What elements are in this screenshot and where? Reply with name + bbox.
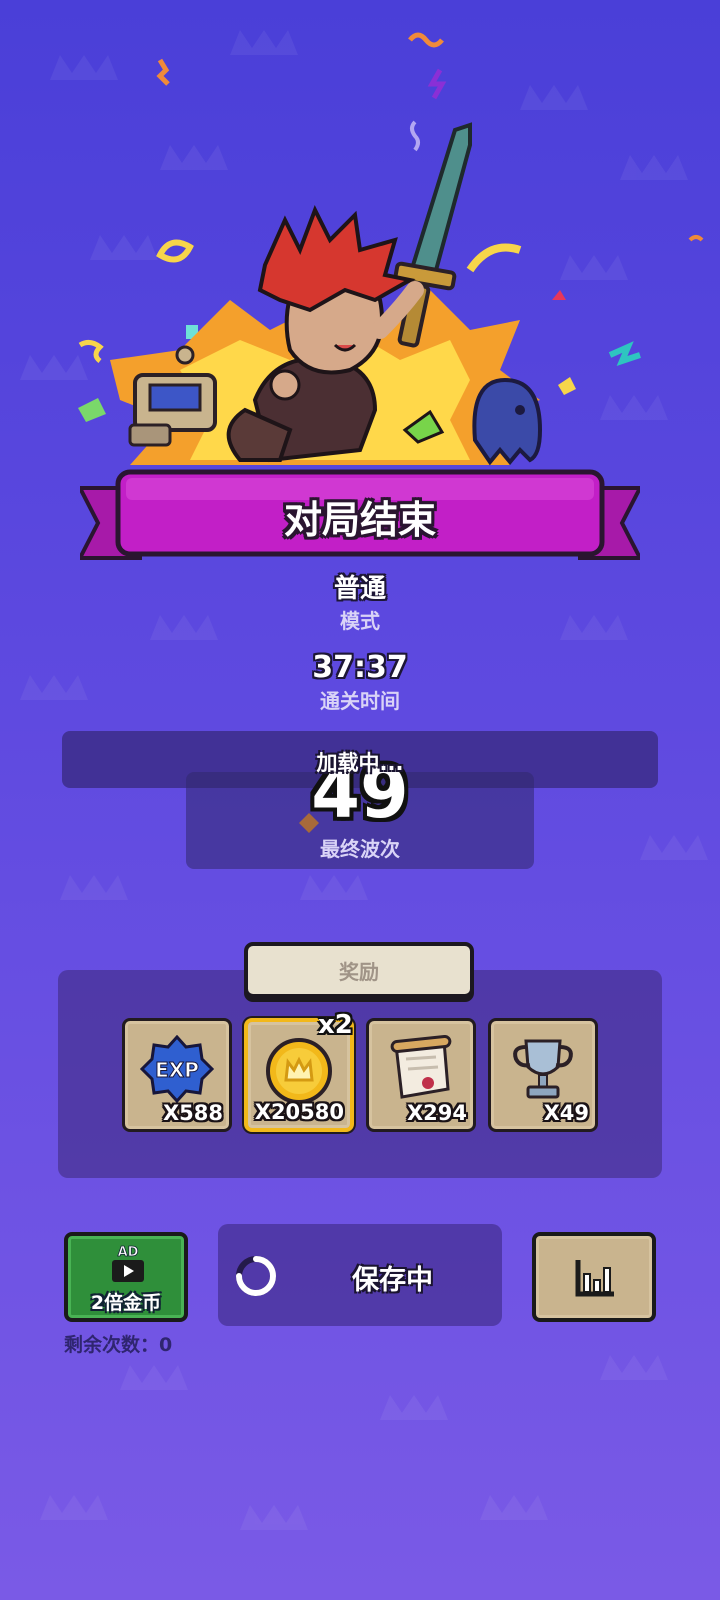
reward-qty-scroll: X294 [406,1101,467,1125]
mode-stat: 普通 模式 [0,568,720,634]
clear-time-stat: 37:37 通关时间 [0,650,720,714]
save-label: 保存中 [352,1265,433,1296]
video-ad-icon: AD [112,1245,144,1282]
double-gold-ad-button[interactable]: AD 2倍金币 [64,1232,188,1322]
reward-qty-gold: X20580 [254,1100,344,1124]
clear-time-value: 37:37 [312,650,408,685]
reward-card-exp[interactable]: EXP X588 [122,1018,232,1132]
svg-text:AD: AD [118,1245,139,1260]
double-gold-label: 2倍金币 [90,1292,162,1314]
svg-text:EXP: EXP [155,1058,199,1082]
scroll-icon [390,1035,452,1099]
loading-spinner-icon [236,1256,276,1296]
final-wave-stat: 最终波次 [0,833,720,862]
rewards-title: 奖励 [244,942,474,998]
reward-qty-exp: X588 [162,1101,223,1125]
remaining-count: 剩余次数：0 [64,1334,173,1356]
reward-qty-trophy: X49 [543,1101,589,1125]
reward-card-scroll[interactable]: X294 [366,1018,476,1132]
bar-chart-icon [575,1260,614,1297]
reward-card-trophy[interactable]: X49 [488,1018,598,1132]
result-title: 对局结束 [283,497,436,542]
statistics-button[interactable] [532,1232,656,1322]
victory-hero-illustration [78,32,704,466]
mode-label: 模式 [340,609,380,633]
ghost-companion [472,377,543,466]
diamond-icon [299,813,319,833]
final-wave-label: 最终波次 [320,837,400,861]
exp-badge-icon: EXP [140,1035,214,1104]
mode-value: 普通 [333,574,386,604]
clear-time-label: 通关时间 [320,689,400,713]
loading-text: 加载中... [316,751,404,775]
trophy-icon [513,1039,573,1099]
gold-coin-icon [266,1038,332,1104]
gold-multiplier-badge: x2 [318,1010,353,1040]
